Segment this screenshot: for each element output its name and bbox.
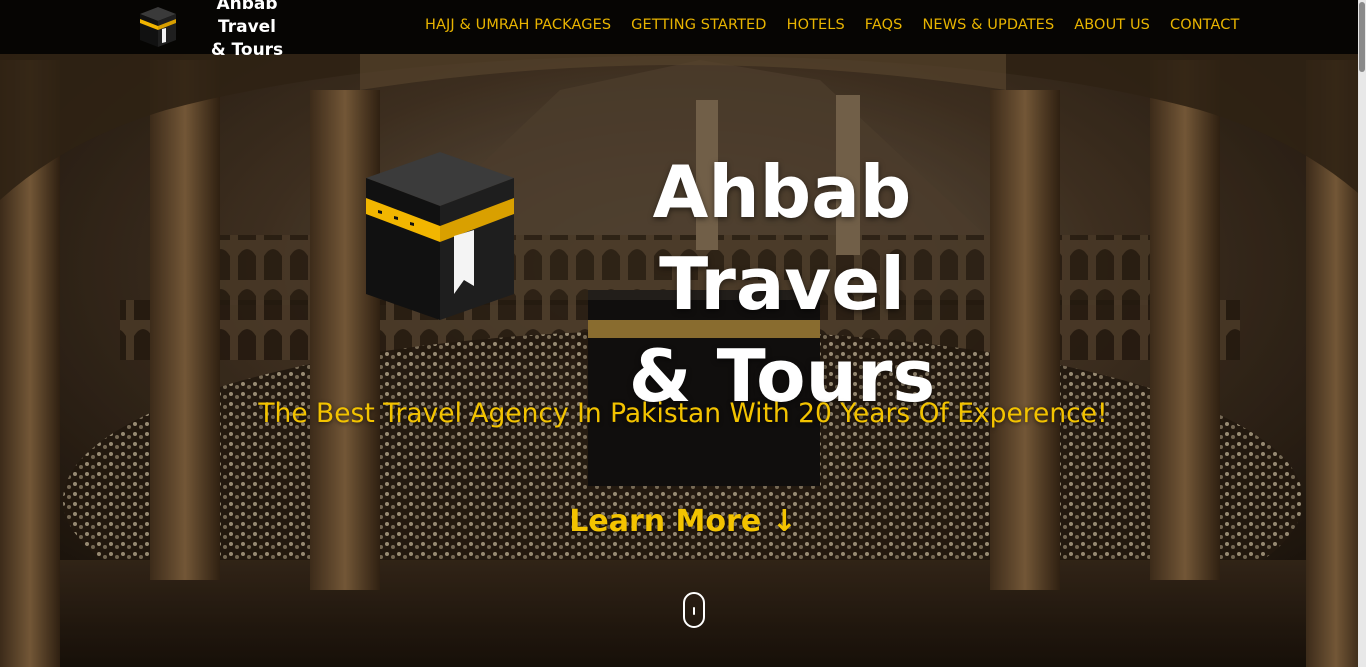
kaaba-icon: [366, 152, 514, 320]
top-navbar: Ahbab Travel & Tours HAJJ & UMRAH PACKAG…: [0, 0, 1366, 60]
page-scrollbar[interactable]: [1358, 0, 1366, 667]
nav-hajj-umrah-packages[interactable]: HAJJ & UMRAH PACKAGES: [425, 17, 611, 33]
brand-name: Ahbab Travel & Tours: [185, 0, 309, 62]
hero-tagline: The Best Travel Agency In Pakistan With …: [258, 398, 1108, 429]
hero-title-line-1: Ahbab Travel: [652, 150, 912, 326]
nav-hotels[interactable]: HOTELS: [787, 17, 845, 33]
main-nav: HAJJ & UMRAH PACKAGES GETTING STARTED HO…: [415, 17, 1249, 33]
mouse-wheel: [693, 607, 695, 615]
nav-news-updates[interactable]: NEWS & UPDATES: [922, 17, 1054, 33]
brand-home-link[interactable]: Ahbab Travel & Tours: [138, 0, 309, 60]
mouse-scroll-icon[interactable]: [683, 592, 705, 628]
brand-line-2: & Tours: [210, 39, 284, 60]
brand-line-1: Ahbab Travel: [216, 0, 278, 37]
hero-title: Ahbab Travel & Tours: [522, 146, 1042, 422]
nav-about-us[interactable]: ABOUT US: [1074, 17, 1150, 33]
scrollbar-thumb[interactable]: [1359, 2, 1365, 72]
kaaba-icon: [140, 7, 176, 47]
nav-faqs[interactable]: FAQS: [865, 17, 903, 33]
learn-more-button[interactable]: Learn More ↓: [0, 504, 1366, 539]
nav-contact[interactable]: CONTACT: [1170, 17, 1239, 33]
nav-getting-started[interactable]: GETTING STARTED: [631, 17, 766, 33]
